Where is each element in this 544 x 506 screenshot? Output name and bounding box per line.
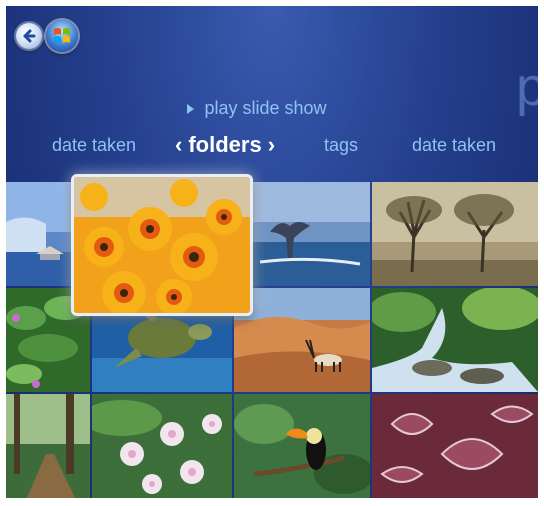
photo-white-flowers[interactable] <box>92 394 232 498</box>
photo-waterfall-creek[interactable] <box>372 288 538 392</box>
photo-orange-flowers-selected[interactable] <box>71 174 253 316</box>
pivot-date-taken-right[interactable]: date taken <box>412 135 496 156</box>
pivot-tags[interactable]: tags <box>324 135 358 156</box>
media-center-screen: p play slide show date taken ‹ folders ›… <box>6 6 538 498</box>
pivot-folders[interactable]: ‹ folders › <box>175 132 275 158</box>
play-slide-show-label: play slide show <box>204 98 327 118</box>
back-arrow-icon[interactable] <box>16 23 42 49</box>
photo-toucan[interactable] <box>234 394 370 498</box>
photo-desert-oryx[interactable] <box>234 288 370 392</box>
photo-frosted-leaves[interactable] <box>372 394 538 498</box>
pivot-folders-label: folders <box>188 132 262 157</box>
photo-forest-path[interactable] <box>6 394 90 498</box>
photo-whale-tail[interactable] <box>250 182 370 286</box>
pivot-date-taken-left[interactable]: date taken <box>52 135 136 156</box>
pivot-bar: date taken ‹ folders › tags date taken <box>6 132 538 162</box>
play-slide-show-button[interactable]: play slide show <box>6 98 538 119</box>
top-bar <box>16 18 78 54</box>
chevron-left-icon[interactable]: ‹ <box>175 132 182 158</box>
play-icon <box>187 103 195 114</box>
windows-orb-icon[interactable] <box>46 20 78 52</box>
chevron-right-icon[interactable]: › <box>268 132 275 158</box>
photo-bare-trees[interactable] <box>372 182 538 286</box>
